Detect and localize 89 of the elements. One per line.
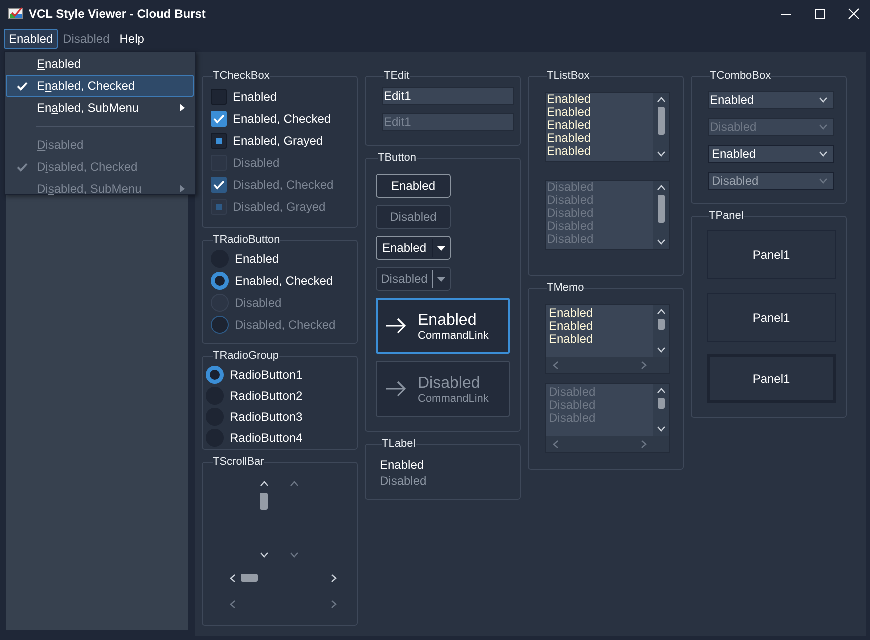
group-title: TScrollBar — [213, 456, 264, 468]
checkbox-label: Enabled, Checked — [233, 112, 332, 126]
group-title: TRadioButton — [213, 234, 280, 246]
menu-item-label: Disabled, SubMenu — [37, 182, 143, 196]
group-title: TPanel — [709, 210, 744, 222]
radio-label: Disabled — [235, 296, 282, 310]
chevron-right-icon[interactable] — [330, 574, 339, 582]
radio-label: RadioButton2 — [230, 388, 303, 402]
text-field[interactable]: Edit1 — [382, 87, 514, 105]
arrow-right-icon — [385, 318, 407, 334]
memo-line: Enabled — [549, 320, 594, 333]
checkbox-label: Disabled, Checked — [233, 178, 334, 192]
list-item[interactable]: Enabled — [547, 119, 653, 132]
checkbox-label: Enabled, Grayed — [233, 134, 324, 148]
menu-item-label: Enabled, Checked — [37, 79, 136, 93]
radio-label: Disabled, Checked — [235, 318, 336, 332]
scroll-thumb[interactable] — [241, 574, 258, 582]
label-text: Disabled — [380, 474, 428, 490]
chevron-up-icon[interactable] — [656, 308, 666, 317]
checkbox-label: Disabled, Grayed — [233, 200, 326, 214]
vertical-scrollbar[interactable] — [259, 480, 269, 560]
checkbox-label: Disabled — [233, 156, 280, 170]
chevron-up-icon[interactable] — [656, 387, 666, 396]
checkbox[interactable] — [211, 111, 227, 127]
scroll-thumb[interactable] — [658, 107, 664, 135]
scroll-thumb[interactable] — [658, 398, 664, 409]
radio-button[interactable] — [211, 272, 229, 290]
panel: Panel1 — [707, 354, 836, 403]
menu-item-label: Enabled, SubMenu — [37, 101, 140, 115]
group-title: TButton — [378, 152, 417, 164]
chevron-down-icon[interactable] — [819, 96, 828, 104]
radio-label: Enabled, Checked — [235, 274, 334, 288]
scroll-thumb[interactable] — [260, 493, 268, 510]
group-title: TLabel — [382, 438, 416, 450]
radio-label: RadioButton4 — [230, 430, 303, 444]
arrow-right-icon — [385, 381, 407, 397]
combo-box[interactable]: Enabled — [708, 145, 834, 163]
list-item[interactable]: Enabled — [547, 145, 653, 158]
group-title: TComboBox — [710, 70, 772, 82]
memo-field[interactable]: Enabled Enabled Enabled — [545, 304, 670, 374]
group-title: TCheckBox — [213, 70, 270, 82]
radio-label: Enabled — [235, 252, 280, 266]
caret-down-icon — [437, 246, 446, 250]
group-title: TMemo — [547, 282, 584, 294]
chevron-left-icon[interactable] — [229, 574, 238, 582]
chevron-down-icon[interactable] — [260, 551, 268, 560]
radio-label: RadioButton1 — [230, 368, 303, 382]
checkbox[interactable] — [211, 89, 227, 105]
list-box[interactable]: Enabled Enabled Enabled Enabled Enabled — [545, 92, 670, 162]
combo-box[interactable]: Enabled — [708, 91, 834, 109]
menu-item[interactable]: Enabled — [6, 53, 194, 75]
chevron-down-icon[interactable] — [819, 150, 828, 158]
checkbox[interactable] — [211, 133, 227, 149]
panel: Panel1 — [707, 230, 836, 279]
panel: Panel1 — [707, 293, 836, 342]
chevron-down-icon[interactable] — [656, 425, 666, 434]
split-button[interactable]: Enabled — [376, 236, 451, 260]
group-title: TRadioGroup — [213, 350, 280, 362]
caret-down-icon — [437, 276, 446, 282]
app-icon — [8, 7, 24, 21]
maximize-icon[interactable] — [814, 8, 826, 20]
list-item[interactable]: Enabled — [547, 106, 653, 119]
checkbox-label: Enabled — [233, 90, 278, 104]
memo-line: Enabled — [549, 307, 594, 320]
chevron-up-icon[interactable] — [656, 96, 666, 105]
radio-label: RadioButton3 — [230, 410, 303, 424]
menu-item-label: Disabled, Checked — [37, 160, 139, 174]
group-title: TEdit — [384, 70, 410, 82]
menu-item-label: Disabled — [37, 138, 85, 152]
window-title: VCL Style Viewer - Cloud Burst — [29, 7, 207, 21]
menu-bar-item[interactable]: Help — [114, 29, 150, 49]
chevron-down-icon[interactable] — [656, 346, 666, 355]
command-link-button[interactable]: Enabled CommandLink — [376, 298, 510, 354]
group-title: TListBox — [547, 70, 590, 82]
list-item[interactable]: Enabled — [547, 93, 653, 106]
menu-bar-item[interactable]: Enabled — [4, 29, 58, 49]
list-item[interactable]: Enabled — [547, 132, 653, 145]
horizontal-scrollbar[interactable] — [229, 572, 339, 584]
menu-item-label: Enabled — [37, 57, 82, 71]
label-text: Enabled — [380, 458, 426, 474]
chevron-up-icon[interactable] — [260, 480, 268, 489]
chevron-down-icon[interactable] — [656, 150, 666, 159]
menu-item[interactable]: Enabled, Checked — [6, 75, 194, 97]
close-icon[interactable] — [848, 8, 860, 20]
push-button[interactable]: Enabled — [376, 174, 451, 198]
radio-button[interactable] — [206, 366, 224, 384]
scroll-thumb[interactable] — [658, 319, 664, 330]
memo-line: Enabled — [549, 333, 594, 346]
menu-item[interactable]: Enabled, SubMenu — [6, 97, 194, 119]
